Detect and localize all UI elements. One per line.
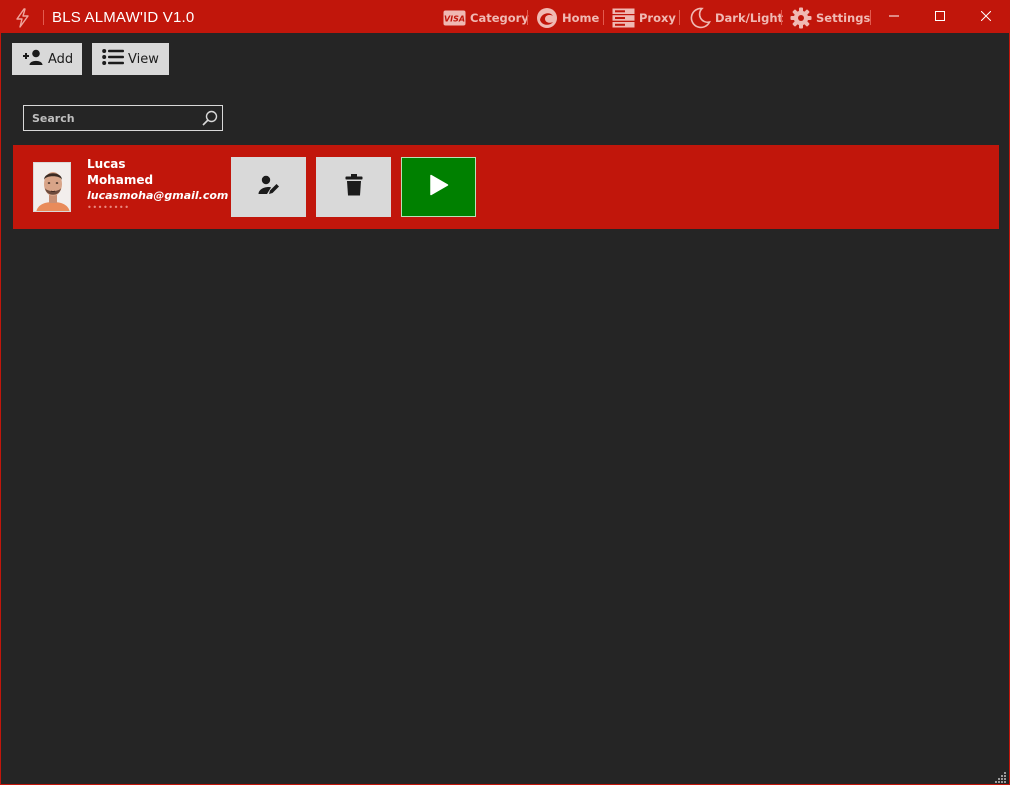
nav-separator [679, 10, 680, 25]
close-button[interactable] [963, 1, 1009, 33]
trash-icon [345, 173, 363, 201]
user-last-name: Mohamed [87, 173, 154, 187]
minimize-icon [889, 8, 899, 26]
list-icon [102, 48, 124, 70]
user-password-mask: •••••••• [87, 203, 130, 212]
add-button-label: Add [48, 51, 74, 67]
minimize-button[interactable] [871, 1, 917, 33]
start-button[interactable] [401, 157, 476, 217]
gear-icon [790, 7, 812, 29]
user-card: Lucas Mohamed lucasmoha@gmail.com ••••••… [13, 145, 999, 229]
title-separator [43, 10, 44, 25]
nav-proxy[interactable]: Proxy [612, 6, 676, 30]
play-icon [429, 174, 449, 201]
close-icon [980, 8, 992, 26]
moon-icon [689, 7, 711, 29]
add-user-button[interactable]: Add [12, 43, 82, 75]
search-box[interactable] [23, 105, 223, 131]
app-window: BLS ALMAW'ID V1.0 VISA Category Home Pro… [0, 0, 1010, 785]
nav-dark-light-label: Dark/Light [715, 11, 784, 25]
server-icon [612, 8, 635, 28]
nav-proxy-label: Proxy [639, 11, 676, 25]
nav-settings[interactable]: Settings [790, 6, 870, 30]
nav-home-label: Home [562, 11, 600, 25]
search-icon[interactable] [201, 109, 219, 132]
view-button-label: View [128, 51, 159, 67]
search-input[interactable] [24, 106, 200, 130]
nav-separator [781, 10, 782, 25]
lightning-icon [13, 8, 33, 28]
title-bar[interactable]: BLS ALMAW'ID V1.0 VISA Category Home Pro… [1, 1, 1009, 33]
nav-settings-label: Settings [816, 11, 871, 25]
user-avatar [33, 162, 71, 212]
nav-dark-light[interactable]: Dark/Light [689, 6, 783, 30]
nav-home[interactable]: Home [536, 6, 599, 30]
nav-category[interactable]: VISA Category [443, 6, 529, 30]
user-email: lucasmoha@gmail.com [87, 189, 229, 202]
nav-separator [527, 10, 528, 25]
nav-category-label: Category [470, 11, 529, 25]
maximize-icon [935, 8, 945, 26]
view-button[interactable]: View [92, 43, 169, 75]
add-user-icon [22, 49, 44, 70]
user-first-name: Lucas [87, 157, 126, 171]
delete-user-button[interactable] [316, 157, 391, 217]
edit-user-button[interactable] [231, 157, 306, 217]
home-swirl-icon [536, 7, 558, 29]
nav-separator [603, 10, 604, 25]
maximize-button[interactable] [917, 1, 963, 33]
resize-grip-icon[interactable] [995, 770, 1007, 783]
user-edit-icon [258, 175, 280, 200]
visa-badge-text: VISA [444, 15, 465, 24]
visa-card-icon: VISA [443, 10, 466, 26]
app-title: BLS ALMAW'ID V1.0 [52, 9, 195, 26]
